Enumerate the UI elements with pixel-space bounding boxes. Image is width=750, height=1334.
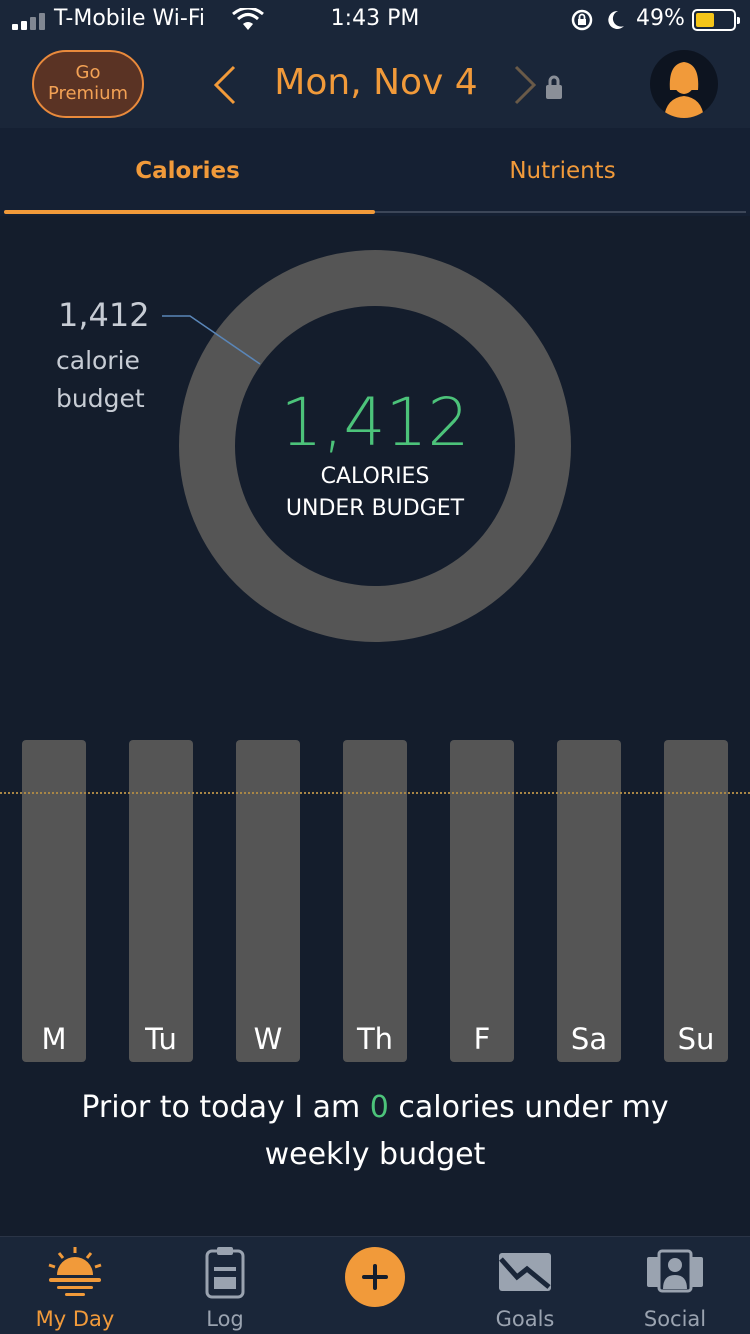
date-label[interactable]: Mon, Nov 4: [262, 62, 490, 103]
tab-my-day-label: My Day: [35, 1307, 115, 1331]
day-label: Su: [677, 1022, 715, 1056]
day-bar[interactable]: F: [450, 740, 514, 1062]
avatar[interactable]: [650, 50, 718, 118]
tab-log[interactable]: Log: [150, 1237, 300, 1334]
day-label: M: [41, 1022, 67, 1056]
day-label: Tu: [145, 1022, 177, 1056]
tab-goals-label: Goals: [495, 1307, 555, 1331]
day-bar[interactable]: M: [22, 740, 86, 1062]
budget-label-line2: budget: [56, 384, 145, 413]
tab-active-indicator: [4, 210, 375, 214]
clipboard-icon: [205, 1247, 245, 1299]
day-label: W: [253, 1022, 283, 1056]
moon-icon: [608, 10, 624, 29]
day-label: Th: [356, 1022, 394, 1056]
budget-value: 1,412: [58, 296, 150, 334]
day-label: Sa: [570, 1022, 608, 1056]
calories-caption: CALORIES: [320, 464, 430, 489]
sunrise-icon: [48, 1247, 102, 1296]
budget-label-line1: calorie: [56, 346, 140, 375]
day-bar[interactable]: W: [236, 740, 300, 1062]
weekly-budget-line: [0, 792, 750, 794]
tab-nutrients[interactable]: Nutrients: [375, 128, 750, 216]
bottom-tab-bar: My Day Log Goals Social: [0, 1236, 750, 1334]
lock-icon: [546, 75, 562, 99]
battery-icon: [692, 9, 740, 31]
tab-calories[interactable]: Calories: [0, 128, 375, 216]
avatar-icon: [664, 62, 704, 118]
chevron-left-icon[interactable]: [212, 64, 238, 106]
battery-percent: 49%: [636, 6, 685, 31]
day-label: F: [473, 1022, 491, 1056]
rotation-lock-icon: [571, 9, 593, 31]
calories-under-value: 1,412: [280, 384, 470, 461]
premium-line1: Go: [75, 62, 101, 83]
status-bar: T-Mobile Wi-Fi 1:43 PM 49%: [0, 0, 750, 40]
summary-value: 0: [369, 1090, 389, 1125]
tab-social[interactable]: Social: [600, 1237, 750, 1334]
weekly-summary: Prior to today I am 0 calories under my …: [40, 1084, 710, 1178]
day-bar[interactable]: Sa: [557, 740, 621, 1062]
day-bar[interactable]: Su: [664, 740, 728, 1062]
premium-line2: Premium: [47, 83, 129, 104]
tab-goals[interactable]: Goals: [450, 1237, 600, 1334]
add-button[interactable]: [345, 1247, 405, 1307]
summary-prefix: Prior to today I am: [81, 1090, 370, 1125]
go-premium-button[interactable]: Go Premium: [32, 50, 144, 118]
day-bar[interactable]: Th: [343, 740, 407, 1062]
under-budget-caption: UNDER BUDGET: [285, 496, 465, 521]
day-bar[interactable]: Tu: [129, 740, 193, 1062]
budget-leader-line: [162, 315, 261, 365]
tab-my-day[interactable]: My Day: [0, 1237, 150, 1334]
tab-bar-top: Calories Nutrients: [0, 128, 750, 216]
chevron-right-icon[interactable]: [512, 64, 538, 106]
tab-log-label: Log: [206, 1307, 244, 1331]
header: Go Premium Mon, Nov 4: [0, 40, 750, 128]
tab-social-label: Social: [643, 1307, 707, 1331]
battery-fill: [696, 13, 714, 27]
people-icon: [647, 1249, 703, 1293]
envelope-chart-icon: [499, 1253, 551, 1291]
